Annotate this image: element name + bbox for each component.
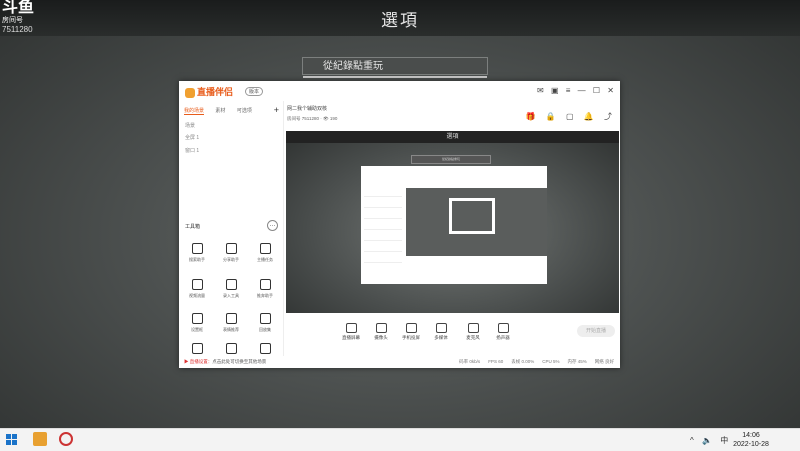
tool-item[interactable]: 表情推荐	[217, 313, 245, 333]
live-preview[interactable]: 選項 從紀錄點重玩	[286, 131, 619, 313]
camera-button[interactable]: 摄像头	[366, 323, 396, 341]
tool-item[interactable]: 回放集	[251, 313, 279, 333]
version-badge[interactable]: 版本	[245, 87, 264, 96]
dialog-title: 選項	[381, 11, 419, 30]
box-icon[interactable]: ▢	[566, 112, 574, 121]
add-scene-icon[interactable]: +	[274, 105, 279, 115]
sidebar-tabs: 我的场景 素材 可选项	[184, 107, 262, 115]
system-tray: ^ 🔈 中	[690, 435, 734, 446]
app-logo-icon	[185, 87, 195, 98]
scene-item[interactable]: 场景	[185, 122, 195, 129]
notification-icon[interactable]: ✉	[537, 86, 544, 95]
game-top-bar: 斗鱼 房间号 7511280 選項	[0, 0, 800, 36]
scene-warning[interactable]: ▶ 直播设置：点击此处可切换至其他场景	[184, 359, 266, 365]
status-bar: ▶ 直播设置：点击此处可切换至其他场景 码率 0kb/s FPS 60 丢帧 0.0…	[179, 356, 620, 368]
speaker-button[interactable]: 扬声器	[488, 323, 518, 341]
screen-capture-button[interactable]: 直播屏幕	[336, 323, 366, 341]
tool-item[interactable]: 视频流量	[183, 279, 211, 299]
phone-cast-button[interactable]: 手机投屏	[396, 323, 426, 341]
tool-item[interactable]: 主播任务	[251, 243, 279, 263]
app-sidebar: 我的场景 素材 可选项 + 场景 全屏 1 窗口 1 工具箱 … 搜索助手 分享…	[179, 101, 284, 356]
window-controls: ✉ ▣ ≡ — ☐ ✕	[532, 86, 614, 95]
streaming-app-window: 直播伴侣 版本 ✉ ▣ ≡ — ☐ ✕ 我的场景 素材 可选项 + 场景 全屏 …	[179, 81, 620, 368]
tool-item[interactable]	[217, 343, 245, 357]
ime-indicator[interactable]: 中	[720, 436, 728, 445]
stream-meta: 房间号 7511280 · 👁 190	[287, 116, 338, 121]
nested-app-preview	[361, 166, 547, 284]
game-taskbar-icon[interactable]	[59, 432, 73, 446]
streaming-app-taskbar-icon[interactable]	[33, 432, 47, 446]
windows-taskbar: ^ 🔈 中 14:06 2022-10-28	[0, 428, 800, 451]
minimize-icon[interactable]: —	[578, 86, 586, 95]
scene-item[interactable]: 全屏 1	[185, 134, 199, 141]
stream-stats: 码率 0kb/s FPS 60 丢帧 0.00% CPU 5% 内存 45% 网络 良好	[459, 359, 614, 364]
media-button[interactable]: 多媒体	[426, 323, 456, 341]
replay-from-checkpoint-button[interactable]: 從紀錄點重玩	[302, 57, 488, 78]
windows-start-icon[interactable]	[6, 434, 18, 446]
tool-item[interactable]	[183, 343, 211, 357]
preview-replay-label: 從紀錄點重玩	[411, 155, 491, 164]
gift-box-icon[interactable]: 🎁	[526, 112, 536, 121]
system-clock[interactable]: 14:06 2022-10-28	[732, 431, 770, 449]
menu-icon[interactable]: ≡	[566, 86, 571, 95]
volume-icon[interactable]: 🔈	[702, 436, 712, 445]
bell-icon[interactable]: 🔔	[584, 112, 594, 121]
app-brand: 直播伴侣	[185, 85, 233, 98]
tool-item[interactable]	[251, 343, 279, 357]
gift-icon[interactable]: ▣	[551, 86, 559, 95]
nested-view	[406, 188, 547, 256]
source-controls: 直播屏幕 摄像头 手机投屏 多媒体 麦克风 扬声器 开始直播	[286, 319, 619, 345]
app-toolbar-icons: 🎁 🔒 ▢ 🔔 ⤴	[518, 111, 612, 122]
nested-sidebar	[364, 186, 402, 266]
maximize-icon[interactable]: ☐	[593, 86, 600, 95]
tool-item[interactable]: 录入工具	[217, 279, 245, 299]
tool-item[interactable]: 设置框	[183, 313, 211, 333]
stream-title[interactable]: 网二我个辅助双核	[287, 105, 327, 112]
lock-icon[interactable]: 🔒	[546, 112, 556, 121]
tab-my-scenes[interactable]: 我的场景	[184, 108, 205, 115]
toolbox-title: 工具箱	[185, 224, 201, 230]
tool-item[interactable]: 推奔助手	[251, 279, 279, 299]
tab-options[interactable]: 可选项	[237, 108, 252, 114]
preview-dialog-title: 選項	[286, 131, 619, 143]
tool-item[interactable]: 分享助手	[217, 243, 245, 263]
scene-item[interactable]: 窗口 1	[185, 147, 199, 154]
more-tools-icon[interactable]: …	[267, 220, 278, 231]
nested-logo-icon	[449, 198, 495, 234]
share-icon[interactable]: ⤴	[604, 112, 612, 121]
microphone-button[interactable]: 麦克风	[458, 323, 488, 341]
close-icon[interactable]: ✕	[607, 86, 614, 95]
chevron-up-icon[interactable]: ^	[690, 436, 694, 445]
app-header: 直播伴侣 版本 ✉ ▣ ≡ — ☐ ✕	[179, 81, 620, 101]
tool-item[interactable]: 搜索助手	[183, 243, 211, 263]
go-live-button[interactable]: 开始直播	[577, 325, 615, 337]
tab-materials[interactable]: 素材	[215, 108, 225, 114]
